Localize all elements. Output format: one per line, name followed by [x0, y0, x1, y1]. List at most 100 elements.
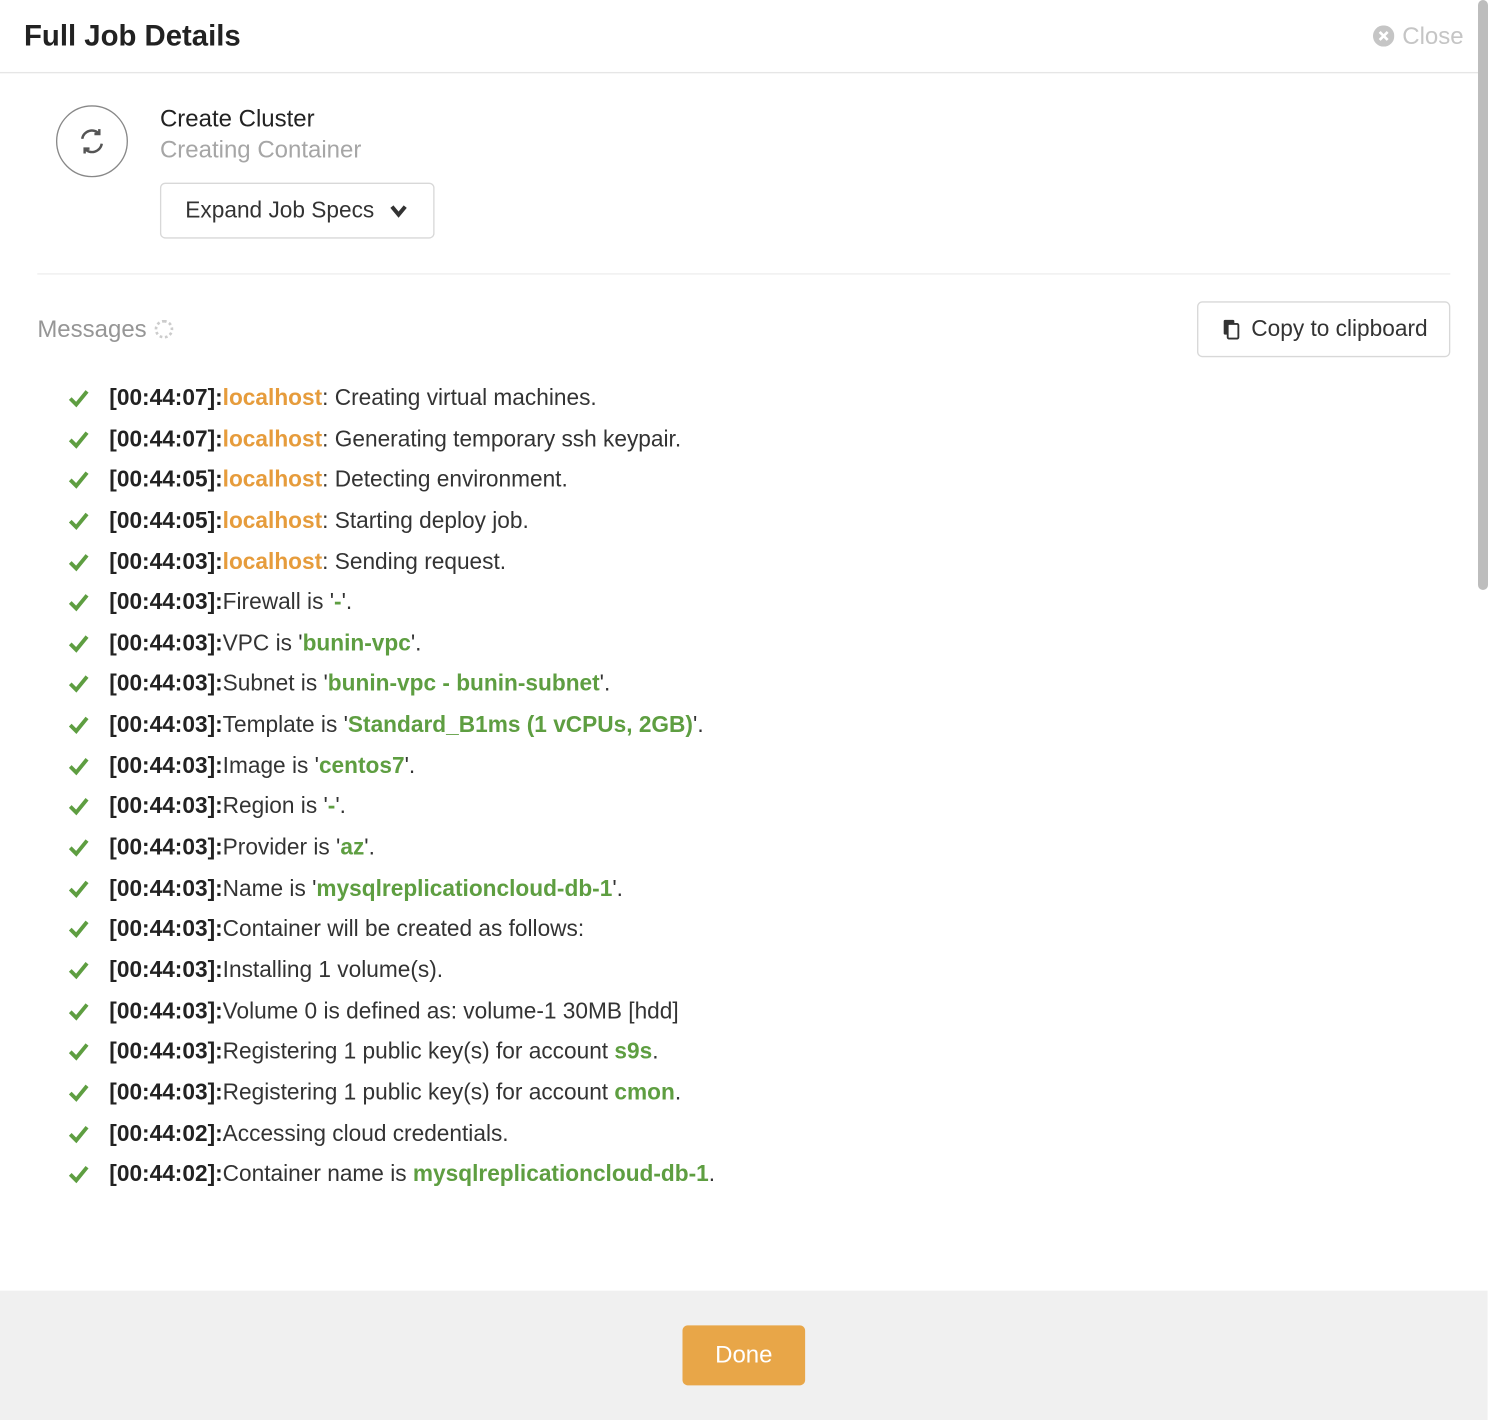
- log-list: [00:44:07]:localhost: Creating virtual m…: [37, 379, 1450, 1196]
- check-icon: [67, 1122, 91, 1146]
- check-icon: [67, 836, 91, 860]
- check-icon: [67, 632, 91, 656]
- copy-to-clipboard-button[interactable]: Copy to clipboard: [1197, 301, 1451, 357]
- check-icon: [67, 1040, 91, 1064]
- check-icon: [67, 999, 91, 1023]
- log-timestamp: [00:44:03]:: [109, 916, 222, 941]
- log-text: [00:44:02]:Accessing cloud credentials.: [109, 1118, 508, 1151]
- check-icon: [67, 672, 91, 696]
- check-icon: [67, 387, 91, 411]
- chevron-down-icon: [388, 200, 409, 221]
- log-text: [00:44:02]:Container name is mysqlreplic…: [109, 1159, 715, 1192]
- log-row: [00:44:03]:Registering 1 public key(s) f…: [67, 1032, 1451, 1073]
- messages-heading: Messages: [37, 315, 173, 343]
- log-text: [00:44:03]:localhost: Sending request.: [109, 546, 506, 579]
- log-host: localhost: [223, 549, 322, 574]
- log-row: [00:44:02]:Accessing cloud credentials.: [67, 1114, 1451, 1155]
- log-value: bunin-vpc: [303, 630, 411, 655]
- scrollbar[interactable]: [1478, 0, 1488, 590]
- log-text: [00:44:03]:Registering 1 public key(s) f…: [109, 1036, 658, 1069]
- log-value: -: [328, 794, 336, 819]
- log-host: localhost: [223, 426, 322, 451]
- log-text: [00:44:03]:Volume 0 is defined as: volum…: [109, 995, 678, 1028]
- check-icon: [67, 550, 91, 574]
- log-timestamp: [00:44:03]:: [109, 630, 222, 655]
- check-icon: [67, 591, 91, 615]
- log-row: [00:44:03]:Name is 'mysqlreplicationclou…: [67, 869, 1451, 910]
- log-text: [00:44:03]:Installing 1 volume(s).: [109, 954, 443, 987]
- log-timestamp: [00:44:03]:: [109, 957, 222, 982]
- log-row: [00:44:03]:VPC is 'bunin-vpc'.: [67, 624, 1451, 665]
- log-row: [00:44:03]:Image is 'centos7'.: [67, 746, 1451, 787]
- copy-label: Copy to clipboard: [1251, 316, 1427, 343]
- log-host: localhost: [223, 385, 322, 410]
- close-button[interactable]: Close: [1373, 22, 1464, 50]
- log-row: [00:44:03]:Subnet is 'bunin-vpc - bunin-…: [67, 664, 1451, 705]
- log-text: [00:44:03]:Registering 1 public key(s) f…: [109, 1077, 681, 1110]
- log-timestamp: [00:44:03]:: [109, 1080, 222, 1105]
- check-icon: [67, 958, 91, 982]
- log-text: [00:44:03]:Container will be created as …: [109, 914, 584, 947]
- log-text: [00:44:03]:Image is 'centos7'.: [109, 750, 415, 783]
- done-button[interactable]: Done: [683, 1325, 804, 1385]
- modal-header: Full Job Details Close: [0, 0, 1488, 73]
- log-text: [00:44:03]:Region is '-'.: [109, 791, 346, 824]
- log-row: [00:44:03]:localhost: Sending request.: [67, 542, 1451, 583]
- modal-footer: Done: [0, 1291, 1488, 1420]
- log-value: -: [334, 589, 342, 614]
- log-value: cmon: [614, 1080, 674, 1105]
- check-icon: [67, 468, 91, 492]
- log-value: centos7: [319, 753, 405, 778]
- job-header: Create Cluster Creating Container Expand…: [56, 105, 1450, 238]
- check-icon: [67, 713, 91, 737]
- log-value: az: [340, 835, 364, 860]
- log-host: localhost: [223, 508, 322, 533]
- log-host: localhost: [223, 467, 322, 492]
- log-timestamp: [00:44:02]:: [109, 1120, 222, 1145]
- log-value: mysqlreplicationcloud-db-1: [316, 875, 612, 900]
- log-text: [00:44:03]:Firewall is '-'.: [109, 587, 352, 620]
- log-timestamp: [00:44:03]:: [109, 1039, 222, 1064]
- log-text: [00:44:03]:Name is 'mysqlreplicationclou…: [109, 873, 623, 906]
- job-title: Create Cluster: [160, 105, 434, 133]
- log-text: [00:44:05]:localhost: Detecting environm…: [109, 464, 567, 497]
- log-text: [00:44:03]:Provider is 'az'.: [109, 832, 375, 865]
- check-icon: [67, 1163, 91, 1187]
- expand-label: Expand Job Specs: [185, 197, 374, 224]
- log-timestamp: [00:44:03]:: [109, 753, 222, 778]
- log-timestamp: [00:44:03]:: [109, 998, 222, 1023]
- check-icon: [67, 754, 91, 778]
- log-row: [00:44:07]:localhost: Creating virtual m…: [67, 379, 1451, 420]
- job-subtitle: Creating Container: [160, 136, 434, 164]
- check-icon: [67, 1081, 91, 1105]
- close-icon: [1373, 25, 1394, 46]
- log-timestamp: [00:44:05]:: [109, 467, 222, 492]
- expand-job-specs-button[interactable]: Expand Job Specs: [160, 183, 434, 239]
- check-icon: [67, 509, 91, 533]
- log-row: [00:44:05]:localhost: Detecting environm…: [67, 460, 1451, 501]
- log-timestamp: [00:44:03]:: [109, 835, 222, 860]
- check-icon: [67, 795, 91, 819]
- log-text: [00:44:03]:Subnet is 'bunin-vpc - bunin-…: [109, 668, 610, 701]
- job-spinner-icon: [56, 105, 128, 177]
- log-timestamp: [00:44:03]:: [109, 589, 222, 614]
- check-icon: [67, 877, 91, 901]
- log-timestamp: [00:44:03]:: [109, 549, 222, 574]
- clipboard-icon: [1219, 319, 1240, 340]
- log-text: [00:44:03]:VPC is 'bunin-vpc'.: [109, 628, 421, 661]
- loading-spinner-icon: [155, 320, 174, 339]
- log-row: [00:44:02]:Container name is mysqlreplic…: [67, 1155, 1451, 1196]
- log-row: [00:44:03]:Volume 0 is defined as: volum…: [67, 991, 1451, 1032]
- log-row: [00:44:03]:Container will be created as …: [67, 910, 1451, 951]
- log-value: bunin-vpc - bunin-subnet: [328, 671, 600, 696]
- log-value: Standard_B1ms (1 vCPUs, 2GB): [348, 712, 693, 737]
- log-text: [00:44:07]:localhost: Creating virtual m…: [109, 383, 596, 416]
- check-icon: [67, 427, 91, 451]
- log-timestamp: [00:44:07]:: [109, 385, 222, 410]
- log-row: [00:44:03]:Registering 1 public key(s) f…: [67, 1073, 1451, 1114]
- page-title: Full Job Details: [24, 19, 241, 54]
- close-label: Close: [1402, 22, 1463, 50]
- log-row: [00:44:03]:Firewall is '-'.: [67, 583, 1451, 624]
- log-row: [00:44:03]:Installing 1 volume(s).: [67, 950, 1451, 991]
- log-value: s9s: [614, 1039, 652, 1064]
